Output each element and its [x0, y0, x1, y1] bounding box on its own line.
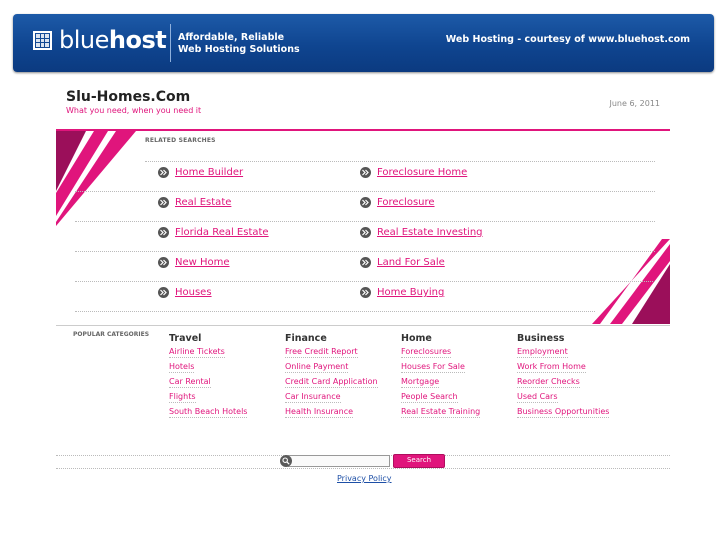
- category-title: Business: [517, 333, 565, 344]
- double-arrow-icon: [158, 167, 169, 178]
- bluehost-logo-text: bluehost: [59, 26, 167, 54]
- category-link[interactable]: Free Credit Report: [285, 346, 358, 358]
- category-link[interactable]: Used Cars: [517, 391, 558, 403]
- search-divider-bottom: [56, 468, 670, 469]
- related-link-text[interactable]: Houses: [175, 287, 212, 298]
- double-arrow-icon: [360, 167, 371, 178]
- double-arrow-icon: [158, 227, 169, 238]
- related-link-left-3[interactable]: Florida Real Estate: [158, 227, 269, 238]
- double-arrow-icon: [158, 287, 169, 298]
- category-link[interactable]: South Beach Hotels: [169, 406, 248, 418]
- related-link-text[interactable]: Real Estate: [175, 197, 231, 208]
- category-link[interactable]: Online Payment: [285, 361, 349, 373]
- category-title: Finance: [285, 333, 327, 344]
- courtesy-text: Web Hosting - courtesy of www.bluehost.c…: [445, 34, 690, 45]
- related-link-right-2[interactable]: Foreclosure: [360, 197, 435, 208]
- category-title: Home: [401, 333, 432, 344]
- related-link-right-4[interactable]: Land For Sale: [360, 257, 445, 268]
- related-link-text[interactable]: New Home: [175, 257, 230, 268]
- related-link-left-2[interactable]: Real Estate: [158, 197, 231, 208]
- divider-line: [75, 281, 655, 282]
- related-link-right-3[interactable]: Real Estate Investing: [360, 227, 483, 238]
- search-button[interactable]: Search: [393, 454, 445, 468]
- category-link[interactable]: Business Opportunities: [517, 406, 610, 418]
- divider-line: [75, 191, 655, 192]
- related-link-text[interactable]: Real Estate Investing: [377, 227, 483, 238]
- related-link-text[interactable]: Florida Real Estate: [175, 227, 269, 238]
- category-title: Travel: [169, 333, 202, 344]
- double-arrow-icon: [360, 257, 371, 268]
- category-home: Home Foreclosures Houses For Sale Mortga…: [401, 333, 516, 421]
- related-link-left-5[interactable]: Houses: [158, 287, 212, 298]
- hosting-banner[interactable]: bluehost Affordable, Reliable Web Hostin…: [13, 14, 714, 72]
- related-link-text[interactable]: Home Builder: [175, 167, 243, 178]
- site-title: Slu-Homes.Com: [66, 89, 191, 105]
- divider-line: [145, 161, 655, 162]
- category-link[interactable]: Work From Home: [517, 361, 586, 373]
- divider-line: [75, 221, 655, 222]
- divider-line: [75, 311, 595, 312]
- tagline-line-1: Affordable, Reliable: [178, 32, 285, 43]
- related-searches-label: RELATED SEARCHES: [145, 137, 216, 144]
- logo-bold-text: host: [108, 26, 167, 54]
- logo-divider: [170, 24, 171, 62]
- category-link[interactable]: Foreclosures: [401, 346, 452, 358]
- category-link[interactable]: Airline Tickets: [169, 346, 225, 358]
- double-arrow-icon: [158, 197, 169, 208]
- page-date: June 6, 2011: [609, 99, 661, 108]
- category-link[interactable]: Credit Card Application: [285, 376, 378, 388]
- related-link-right-1[interactable]: Foreclosure Home: [360, 167, 467, 178]
- search-icon: [280, 455, 292, 467]
- categories-divider: [56, 325, 670, 326]
- decorative-stripes-top-left: [56, 131, 136, 226]
- category-link[interactable]: Hotels: [169, 361, 195, 373]
- related-link-text[interactable]: Land For Sale: [377, 257, 445, 268]
- banner-tagline: Affordable, Reliable Web Hosting Solutio…: [178, 32, 300, 56]
- tagline-line-2: Web Hosting Solutions: [178, 44, 300, 55]
- popular-categories-label: POPULAR CATEGORIES: [73, 331, 150, 338]
- category-link[interactable]: Car Insurance: [285, 391, 341, 403]
- related-link-left-4[interactable]: New Home: [158, 257, 230, 268]
- category-link[interactable]: Flights: [169, 391, 196, 403]
- related-link-text[interactable]: Home Buying: [377, 287, 444, 298]
- related-link-text[interactable]: Foreclosure Home: [377, 167, 467, 178]
- category-link[interactable]: Car Rental: [169, 376, 211, 388]
- double-arrow-icon: [360, 197, 371, 208]
- double-arrow-icon: [158, 257, 169, 268]
- search-input[interactable]: [288, 455, 390, 467]
- category-link[interactable]: Health Insurance: [285, 406, 354, 418]
- category-link[interactable]: Reorder Checks: [517, 376, 580, 388]
- bluehost-logo-icon: [33, 31, 52, 50]
- category-finance: Finance Free Credit Report Online Paymen…: [285, 333, 400, 421]
- related-link-text[interactable]: Foreclosure: [377, 197, 435, 208]
- privacy-policy-link[interactable]: Privacy Policy: [337, 474, 392, 483]
- related-link-left-1[interactable]: Home Builder: [158, 167, 243, 178]
- category-travel: Travel Airline Tickets Hotels Car Rental…: [169, 333, 284, 421]
- logo-light-text: blue: [59, 26, 109, 54]
- divider-line: [75, 251, 655, 252]
- category-link[interactable]: Mortgage: [401, 376, 440, 388]
- category-link[interactable]: Real Estate Training: [401, 406, 481, 418]
- double-arrow-icon: [360, 287, 371, 298]
- site-subtitle: What you need, when you need it: [66, 106, 202, 115]
- category-business: Business Employment Work From Home Reord…: [517, 333, 632, 421]
- related-link-right-5[interactable]: Home Buying: [360, 287, 444, 298]
- category-link[interactable]: People Search: [401, 391, 458, 403]
- search-form: Search: [280, 454, 445, 468]
- category-link[interactable]: Houses For Sale: [401, 361, 465, 373]
- double-arrow-icon: [360, 227, 371, 238]
- category-link[interactable]: Employment: [517, 346, 568, 358]
